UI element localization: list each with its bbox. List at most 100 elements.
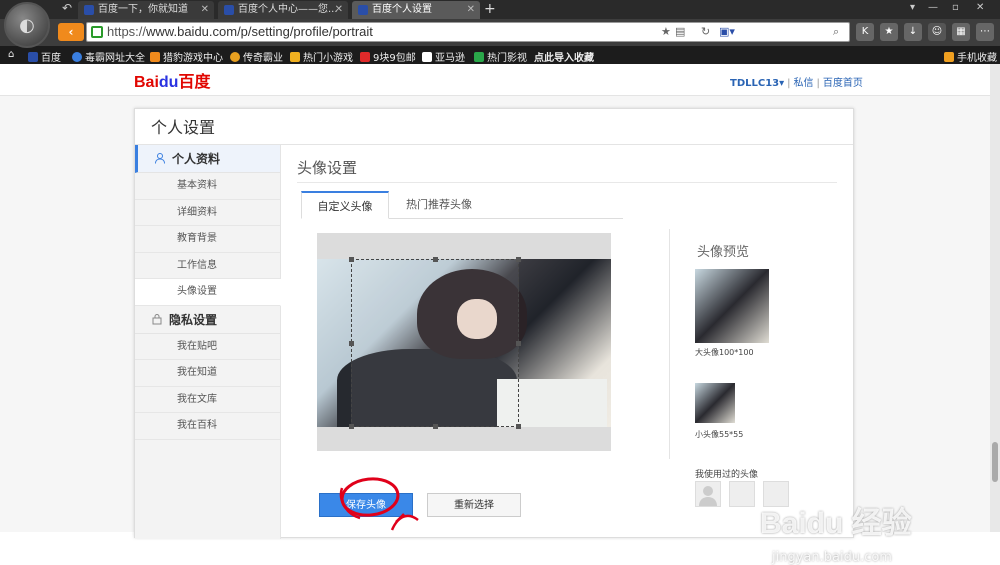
crop-handle[interactable] [516, 424, 521, 429]
refresh-icon[interactable]: ↻ [701, 25, 710, 38]
used-avatar[interactable] [729, 481, 755, 507]
separator: | [787, 78, 791, 89]
bookmark-item[interactable]: 热门小游戏 [290, 49, 353, 64]
undo-icon[interactable]: ↶ [62, 1, 72, 15]
game-icon[interactable]: ☺ [928, 23, 946, 41]
preview-title: 头像预览 [697, 245, 750, 260]
maximize-icon[interactable]: ▫ [952, 2, 959, 13]
crop-handle[interactable] [433, 257, 438, 262]
sidebar-item-avatar[interactable]: 头像设置 [135, 279, 281, 306]
crop-handle[interactable] [433, 424, 438, 429]
bookmark-item[interactable]: 传奇霸业 [230, 49, 283, 64]
sidebar-group-profile[interactable]: 个人资料 [135, 145, 280, 173]
more-icon[interactable]: ⋯ [976, 23, 994, 41]
search-icon[interactable]: ⌕ [833, 25, 839, 39]
bookmark-label: 手机收藏 [957, 53, 997, 64]
browser-toolbar: ↶ ‹ https://www.baidu.com/p/setting/prof… [0, 1, 1000, 46]
sidebar-group-privacy[interactable]: 隐私设置 [135, 305, 280, 334]
scrollbar-thumb[interactable] [992, 442, 998, 482]
tab-baidu-home[interactable]: 百度一下，你就知道 ✕ [78, 1, 214, 19]
crop-handle[interactable] [516, 341, 521, 346]
tab-custom-avatar[interactable]: 自定义头像 [301, 191, 389, 219]
avatar-settings: 头像设置 自定义头像 热门推荐头像 头像预览 大头像100*100 小头像55*… [297, 145, 837, 539]
bookmark-item[interactable]: 点此导入收藏 [534, 49, 594, 64]
sidebar-item-baike[interactable]: 我在百科 [135, 413, 280, 440]
bookmark-item[interactable]: 亚马逊 [422, 49, 465, 64]
bookmark-item[interactable]: 百度 [28, 49, 61, 64]
crop-handle[interactable] [516, 257, 521, 262]
sidebar-item-work[interactable]: 工作信息 [135, 253, 280, 279]
reselect-button[interactable]: 重新选择 [427, 493, 521, 517]
home-icon[interactable]: ⌂ [8, 49, 14, 60]
user-links: TDLLC13▾ | 私信 | 百度首页 [730, 74, 863, 89]
settings-panel: 个人设置 个人资料 基本资料 详细资料 教育背景 工作信息 头像设置 隐私设置 … [134, 108, 854, 539]
sidebar-item-tieba[interactable]: 我在贴吧 [135, 334, 280, 360]
new-tab-button[interactable]: + [484, 0, 496, 18]
username-menu[interactable]: TDLLC13▾ [730, 78, 784, 89]
browser-logo-icon[interactable]: ◐ [4, 2, 50, 48]
baidu-paw-icon [28, 51, 38, 62]
lock-icon [152, 313, 162, 324]
save-avatar-button[interactable]: 保存头像 [319, 493, 413, 517]
close-icon[interactable]: ✕ [335, 1, 343, 19]
download-icon[interactable]: ↓ [904, 23, 922, 41]
watermark-url: jingyan.baidu.com [772, 550, 892, 565]
bookmarks-bar: ⌂ 百度 毒霸网址大全 猎豹游戏中心 传奇霸业 热门小游戏 9块9包邮 亚马逊 … [0, 46, 1000, 64]
sidebar-item-education[interactable]: 教育背景 [135, 226, 280, 253]
address-text[interactable]: https://www.baidu.com/p/setting/profile/… [107, 24, 373, 39]
crop-handle[interactable] [349, 341, 354, 346]
baidu-logo[interactable]: Baidu百度 [134, 68, 210, 92]
search-engine-icon[interactable]: ▣▾ [719, 25, 735, 38]
close-icon[interactable]: ✕ [467, 1, 475, 19]
bookmark-item[interactable]: 毒霸网址大全 [72, 49, 145, 64]
extension-k-icon[interactable]: K [856, 23, 874, 41]
menu-icon[interactable]: ▾ [910, 2, 915, 13]
url-scheme: https:// [107, 24, 147, 39]
mobile-favorites[interactable]: 手机收藏 [944, 49, 997, 64]
sidebar-item-basic-info[interactable]: 基本资料 [135, 173, 280, 200]
bookmark-item[interactable]: 9块9包邮 [360, 49, 416, 64]
crop-handle[interactable] [349, 257, 354, 262]
tab-personal-settings[interactable]: 百度个人设置 ✕ [352, 1, 480, 19]
close-icon[interactable]: ✕ [201, 1, 209, 19]
baidu-paw-icon [84, 5, 94, 15]
page-title: 个人设置 [135, 109, 853, 145]
bookmark-label: 猎豹游戏中心 [163, 53, 223, 64]
bookmark-label: 热门影视 [487, 53, 527, 64]
close-window-icon[interactable]: ✕ [976, 2, 984, 13]
reader-icon[interactable]: ▤ [675, 25, 685, 38]
tab-recommended-avatar[interactable]: 热门推荐头像 [389, 191, 489, 219]
messages-link[interactable]: 私信 [794, 78, 814, 89]
favorites-icon[interactable]: ★ [880, 23, 898, 41]
address-bar[interactable]: https://www.baidu.com/p/setting/profile/… [86, 22, 850, 42]
minimize-icon[interactable]: — [928, 2, 938, 13]
sidebar-item-details[interactable]: 详细资料 [135, 200, 280, 226]
crop-handle[interactable] [349, 424, 354, 429]
logo-du: du [158, 74, 179, 91]
folder-icon [944, 51, 954, 62]
bookmark-label: 点此导入收藏 [534, 53, 594, 64]
used-avatar[interactable] [695, 481, 721, 507]
crop-area[interactable] [317, 233, 611, 451]
shop-icon[interactable]: ▦ [952, 23, 970, 41]
bookmark-label: 9块9包邮 [373, 53, 416, 64]
bookmark-item[interactable]: 猎豹游戏中心 [150, 49, 223, 64]
sidebar-item-wenku[interactable]: 我在文库 [135, 387, 280, 413]
tab-title: 百度一下，你就知道 [98, 4, 188, 15]
bookmark-label: 亚马逊 [435, 53, 465, 64]
baidu-home-link[interactable]: 百度首页 [823, 78, 863, 89]
bookmark-item[interactable]: 热门影视 [474, 49, 527, 64]
preview-small-caption: 小头像55*55 [695, 430, 744, 439]
bookmark-label: 毒霸网址大全 [85, 53, 145, 64]
crop-selection[interactable] [349, 257, 521, 429]
leopard-icon [150, 51, 160, 62]
sidebar-item-zhidao[interactable]: 我在知道 [135, 360, 280, 387]
tab-personal-center[interactable]: 百度个人中心——您... ✕ [218, 1, 348, 19]
amazon-icon [422, 51, 432, 62]
baidu-jingyan-watermark: Baidu 经验 [760, 507, 912, 540]
page-scrollbar[interactable] [990, 64, 1000, 532]
section-title: 头像设置 [297, 157, 837, 183]
shop-icon [360, 51, 370, 62]
star-icon[interactable]: ★ [661, 25, 671, 38]
back-button[interactable]: ‹ [58, 23, 84, 41]
